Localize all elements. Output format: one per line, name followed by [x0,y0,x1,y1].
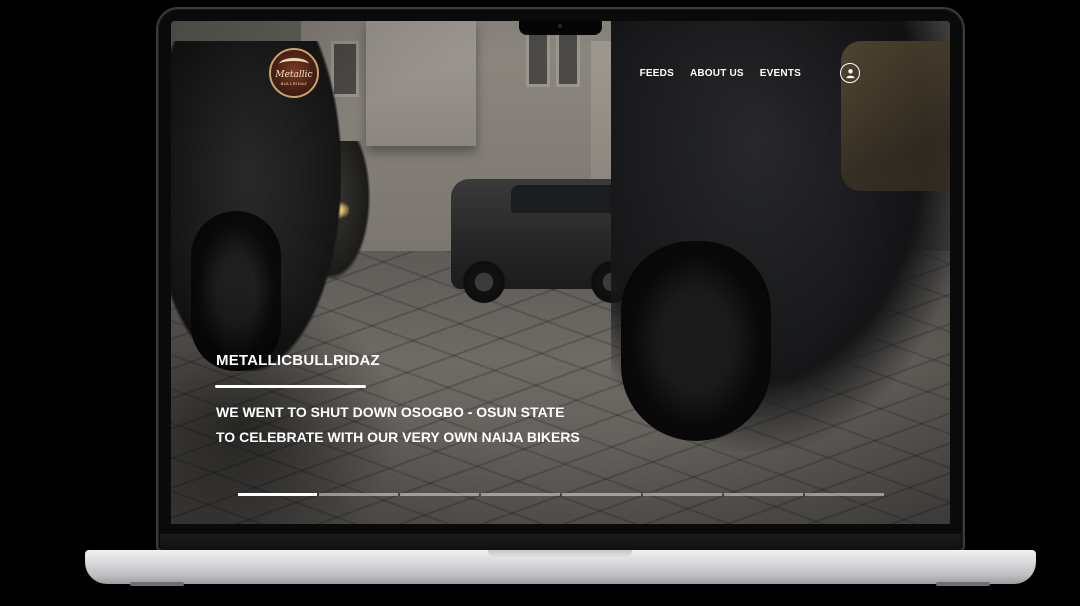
slide-indicators [238,493,884,496]
slide-indicator-5[interactable] [562,493,641,496]
brand-logo[interactable]: Metallic BULLRIDAZ [269,48,319,98]
laptop-base [85,550,1036,584]
slide-indicator-7[interactable] [724,493,803,496]
slide-indicator-3[interactable] [400,493,479,496]
nav-link-events[interactable]: EVENTS [760,68,801,79]
hero-title-underline [215,385,366,388]
camera-icon [558,24,562,28]
hero-title: METALLICBULLRIDAZ [216,352,380,369]
slide-indicator-4[interactable] [481,493,560,496]
laptop-hinge [160,534,961,550]
main-nav: FEEDS ABOUT US EVENTS [640,68,801,79]
logo-subtitle: BULLRIDAZ [280,81,308,86]
hero-subtitle-line-2: TO CELEBRATE WITH OUR VERY OWN NAIJA BIK… [216,428,580,445]
hero-subtitle: WE WENT TO SHUT DOWN OSOGBO - OSUN STATE… [216,400,636,449]
nav-link-about-us[interactable]: ABOUT US [690,68,744,79]
slide-indicator-8[interactable] [805,493,884,496]
logo-wordmark: Metallic [275,70,313,80]
nav-link-feeds[interactable]: FEEDS [640,68,674,79]
slide-indicator-1[interactable] [238,493,317,496]
slide-indicator-2[interactable] [319,493,398,496]
slide-indicator-6[interactable] [643,493,722,496]
laptop-foot-right [936,582,990,586]
laptop-opening-lip [488,550,632,559]
account-button[interactable] [840,63,860,83]
user-icon [845,68,855,78]
website-screen: Metallic BULLRIDAZ FEEDS ABOUT US EVENTS… [171,21,950,524]
hero-subtitle-line-1: WE WENT TO SHUT DOWN OSOGBO - OSUN STATE [216,404,565,420]
laptop-mockup: Metallic BULLRIDAZ FEEDS ABOUT US EVENTS… [0,0,1080,606]
camera-notch [519,20,602,35]
laptop-foot-left [130,582,184,586]
